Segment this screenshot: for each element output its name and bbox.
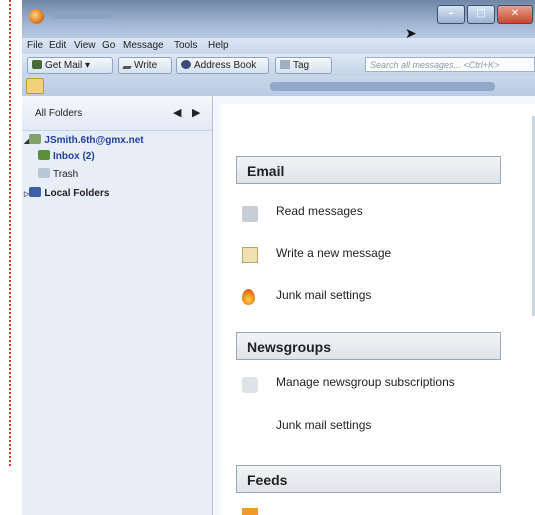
folder-pane-header: All Folders ◀ ▶	[22, 96, 212, 131]
main-toolbar: Get Mail ▾ Write Address Book Tag Search…	[22, 54, 535, 76]
account-tab[interactable]	[270, 82, 495, 91]
tag-icon	[280, 60, 290, 69]
folder-pane: All Folders ◀ ▶ ◢ JSmith.6th@gmx.net Inbo…	[22, 96, 213, 515]
local-folders-icon	[29, 187, 42, 197]
trash-icon	[38, 168, 50, 178]
write-label: Write	[134, 60, 158, 71]
account-label: JSmith.6th@gmx.net	[44, 135, 144, 146]
menu-help[interactable]: Help	[208, 40, 229, 51]
maximize-button[interactable]: □	[467, 5, 495, 24]
account-central-pane: Email Read messages Write a new message …	[213, 96, 535, 515]
inbox-label: Inbox (2)	[53, 151, 95, 162]
folder-tab-icon[interactable]	[26, 78, 44, 94]
inbox-icon	[38, 150, 50, 160]
menu-bar: File Edit View Go Message Tools Help	[22, 38, 535, 54]
prev-view-arrow-icon[interactable]: ◀	[173, 106, 181, 119]
menu-tools[interactable]: Tools	[174, 40, 197, 51]
account-icon	[29, 134, 42, 144]
menu-message[interactable]: Message	[123, 40, 164, 51]
get-mail-icon	[32, 60, 42, 69]
write-button[interactable]: Write	[118, 57, 172, 74]
account-row[interactable]: ◢ JSmith.6th@gmx.net	[24, 134, 144, 146]
window-controls: – □ ✕	[435, 5, 533, 24]
write-message-icon	[242, 247, 258, 263]
address-book-icon	[181, 60, 191, 69]
local-folders-row[interactable]: ▷ Local Folders	[24, 187, 109, 199]
newsgroup-junk-settings-link[interactable]: Junk mail settings	[276, 418, 371, 432]
close-button[interactable]: ✕	[497, 5, 533, 24]
manage-newsgroups-link[interactable]: Manage newsgroup subscriptions	[276, 375, 455, 389]
search-input[interactable]: Search all messages... <Ctrl+K>	[365, 57, 535, 72]
email-section-header: Email	[236, 156, 501, 184]
inbox-folder[interactable]: Inbox (2)	[38, 150, 95, 162]
menu-edit[interactable]: Edit	[49, 40, 66, 51]
menu-go[interactable]: Go	[102, 40, 115, 51]
window-title	[52, 12, 112, 19]
get-mail-button[interactable]: Get Mail ▾	[27, 57, 113, 74]
tag-button[interactable]: Tag	[275, 57, 332, 74]
feeds-section-header: Feeds	[236, 465, 501, 493]
local-folders-label: Local Folders	[44, 188, 110, 199]
address-book-label: Address Book	[194, 60, 257, 71]
trash-label: Trash	[53, 169, 79, 180]
address-book-button[interactable]: Address Book	[176, 57, 269, 74]
feed-icon	[242, 508, 258, 515]
get-mail-label: Get Mail	[45, 60, 83, 71]
read-messages-icon	[242, 206, 258, 222]
junk-mail-settings-link[interactable]: Junk mail settings	[276, 288, 371, 302]
menu-file[interactable]: File	[27, 40, 43, 51]
next-view-arrow-icon[interactable]: ▶	[192, 106, 200, 119]
folder-view-label: All Folders	[35, 108, 83, 119]
title-bar: – □ ✕ ➤	[22, 0, 535, 42]
app-window: – □ ✕ ➤ File Edit View Go Message Tools …	[22, 0, 535, 515]
menu-view[interactable]: View	[74, 40, 96, 51]
newsgroup-icon	[242, 377, 258, 393]
tab-bar	[22, 76, 535, 96]
write-message-link[interactable]: Write a new message	[276, 246, 391, 260]
junk-flame-icon	[242, 289, 255, 305]
account-central-content: Email Read messages Write a new message …	[221, 104, 535, 515]
pencil-icon	[122, 66, 132, 69]
read-messages-link[interactable]: Read messages	[276, 204, 363, 218]
minimize-button[interactable]: –	[437, 5, 465, 24]
newsgroups-section-header: Newsgroups	[236, 332, 501, 360]
tag-label: Tag	[293, 60, 310, 71]
trash-folder[interactable]: Trash	[38, 168, 78, 180]
page-dotted-border	[9, 0, 11, 466]
thunderbird-icon	[29, 9, 44, 24]
